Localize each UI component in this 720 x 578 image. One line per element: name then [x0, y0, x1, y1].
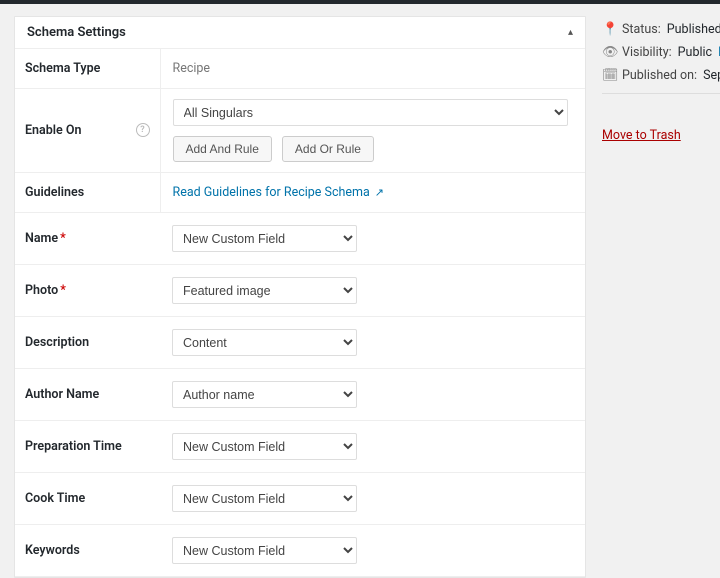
author-name-select[interactable]: Author name	[172, 381, 357, 408]
published-row: 🗓 Published on: Sep 1	[602, 64, 720, 87]
add-or-rule-button[interactable]: Add Or Rule	[282, 136, 374, 162]
cook-time-label: Cook Time	[15, 473, 160, 525]
author-name-label: Author Name	[15, 369, 160, 421]
pin-icon: 📍	[602, 22, 616, 37]
name-select[interactable]: New Custom Field	[172, 225, 357, 252]
preparation-time-select[interactable]: New Custom Field	[172, 433, 357, 460]
external-link-icon: ↗	[375, 186, 384, 199]
eye-icon: 👁	[602, 45, 616, 60]
calendar-icon: 🗓	[602, 68, 616, 83]
guidelines-link[interactable]: Read Guidelines for Recipe Schema ↗	[173, 185, 385, 200]
panel-title: Schema Settings	[27, 25, 126, 40]
description-label: Description	[15, 317, 160, 369]
guidelines-label: Guidelines	[15, 173, 160, 213]
photo-select[interactable]: Featured image	[172, 277, 357, 304]
schema-type-value: Recipe	[173, 61, 211, 76]
keywords-select[interactable]: New Custom Field	[172, 537, 357, 564]
move-to-trash-link[interactable]: Move to Trash	[602, 128, 681, 143]
publish-sidebar: 📍 Status: Published E 👁 Visibility: Publ…	[602, 16, 720, 143]
help-icon[interactable]: ?	[136, 123, 150, 137]
keywords-label: Keywords	[15, 525, 160, 577]
cook-time-select[interactable]: New Custom Field	[172, 485, 357, 512]
schema-settings-panel: Schema Settings ▴ Schema Type Recipe Ena…	[14, 16, 586, 578]
description-select[interactable]: Content	[172, 329, 357, 356]
collapse-icon[interactable]: ▴	[568, 27, 573, 38]
name-label: Name*	[15, 213, 160, 265]
add-and-rule-button[interactable]: Add And Rule	[173, 136, 272, 162]
status-row: 📍 Status: Published E	[602, 18, 720, 41]
fields-table: Schema Type Recipe Enable On ? All Singu…	[15, 49, 585, 577]
photo-label: Photo*	[15, 265, 160, 317]
preparation-time-label: Preparation Time	[15, 421, 160, 473]
panel-header[interactable]: Schema Settings ▴	[15, 17, 585, 49]
visibility-row: 👁 Visibility: Public Ed	[602, 41, 720, 64]
enable-on-label: Enable On ?	[15, 89, 160, 173]
schema-type-label: Schema Type	[15, 49, 160, 89]
enable-on-select[interactable]: All Singulars	[173, 99, 568, 126]
